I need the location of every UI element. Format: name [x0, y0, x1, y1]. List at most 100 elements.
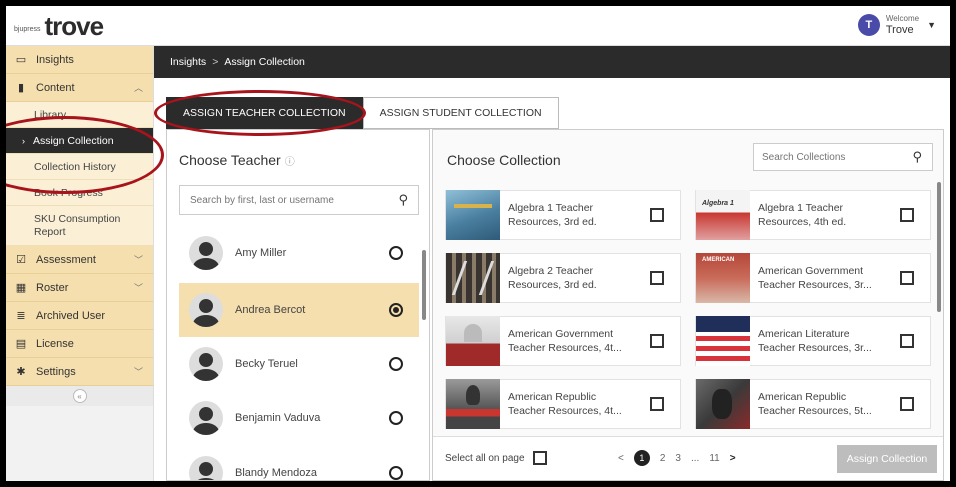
page-current[interactable]: 1 [633, 450, 650, 466]
collection-checkbox[interactable] [900, 334, 914, 348]
page-link[interactable]: 3 [675, 453, 681, 464]
sidebar-item-license[interactable]: ▤ License [6, 330, 153, 358]
logo-publisher: bjupress [14, 26, 41, 33]
collection-footer: Select all on page < 1 2 3 ... 11 > Assi… [433, 436, 943, 480]
tab-assign-teacher-collection[interactable]: ASSIGN TEACHER COLLECTION [166, 97, 363, 129]
collection-title: Algebra 1 Teacher Resources, 4th ed. [758, 202, 847, 228]
collection-title: Algebra 2 Teacher Resources, 3rd ed. [508, 265, 597, 291]
sidebar-item-label: Assessment [36, 253, 96, 266]
collection-card[interactable]: American Republic Teacher Resources, 5t.… [695, 379, 931, 429]
teacher-search-box: ⚲ [179, 185, 419, 215]
chevron-right-icon[interactable]: > [730, 453, 736, 464]
book-cover-image: Algebra 1 [696, 190, 750, 240]
page-link[interactable]: 11 [709, 453, 719, 464]
sidebar-subitem-library[interactable]: Library [6, 102, 153, 128]
select-all-on-page[interactable]: Select all on page [445, 451, 547, 465]
sidebar-item-roster[interactable]: ▦ Roster ﹀ [6, 274, 153, 302]
sidebar-subitem-assign-collection[interactable]: › Assign Collection [6, 128, 153, 154]
teacher-radio[interactable] [389, 357, 403, 371]
collection-checkbox[interactable] [650, 397, 664, 411]
teacher-radio[interactable] [389, 246, 403, 260]
breadcrumb-current: Assign Collection [224, 56, 305, 68]
teacher-radio[interactable] [389, 411, 403, 425]
breadcrumb: Insights > Assign Collection [154, 46, 950, 78]
sidebar-subitem-label: Collection History [34, 160, 116, 173]
collection-card[interactable]: American Literature Teacher Resources, 3… [695, 316, 931, 366]
tab-assign-student-collection[interactable]: ASSIGN STUDENT COLLECTION [362, 97, 559, 129]
top-header: bjupress trove T Welcome Trove ▼ [6, 6, 950, 46]
sidebar-subitem-collection-history[interactable]: Collection History [6, 154, 153, 180]
collection-panel: Choose Collection ⚲ Algebra 1 Teacher Re… [432, 129, 944, 481]
collection-checkbox[interactable] [900, 208, 914, 222]
caret-down-icon[interactable]: ▼ [927, 20, 936, 30]
book-cover-image [446, 253, 500, 303]
gear-icon: ✱ [16, 366, 26, 378]
collection-card[interactable]: AMERICAN American Government Teacher Res… [695, 253, 931, 303]
chevron-down-icon: ﹀ [133, 367, 143, 377]
brand-logo[interactable]: bjupress trove [14, 11, 104, 41]
search-icon[interactable]: ⚲ [398, 192, 408, 208]
teacher-row[interactable]: Amy Miller [179, 226, 419, 280]
user-menu[interactable]: T Welcome Trove ▼ [857, 14, 936, 36]
calendar-icon: ▦ [15, 282, 27, 294]
teacher-panel-title: Choose Teacher ⓘ [179, 152, 295, 168]
collection-title: American Republic Teacher Resources, 4t.… [508, 391, 622, 417]
sidebar-item-assessment[interactable]: ☑ Assessment ﹀ [6, 246, 153, 274]
collection-search-input[interactable] [762, 151, 902, 163]
teacher-radio[interactable] [389, 466, 403, 480]
teacher-radio[interactable] [389, 303, 403, 317]
collection-checkbox[interactable] [650, 334, 664, 348]
page-link[interactable]: 2 [660, 453, 666, 464]
sidebar-subitem-label: SKU Consumption Report [34, 212, 121, 238]
sidebar-item-insights[interactable]: ▭ Insights [6, 46, 153, 74]
teacher-name: Becky Teruel [235, 358, 298, 370]
collection-card[interactable]: American Government Teacher Resources, 4… [445, 316, 681, 366]
teacher-panel: Choose Teacher ⓘ ⚲ Amy Miller Andrea Berc… [166, 129, 430, 481]
sidebar-subitem-sku-report[interactable]: SKU Consumption Report [6, 206, 153, 246]
collection-checkbox[interactable] [900, 397, 914, 411]
tab-bar: ASSIGN TEACHER COLLECTION ASSIGN STUDENT… [166, 97, 559, 129]
sidebar-collapse: « [6, 386, 153, 406]
info-icon[interactable]: ⓘ [285, 157, 295, 168]
sidebar-subitem-label: Book Progress [34, 186, 103, 199]
teacher-row[interactable]: Benjamin Vaduva [179, 391, 419, 445]
sidebar-subitem-label: Library [34, 108, 67, 121]
user-name: Trove [885, 24, 914, 36]
teacher-search-input[interactable] [190, 194, 390, 206]
assign-collection-button[interactable]: Assign Collection [837, 445, 937, 473]
teacher-name: Amy Miller [235, 247, 287, 259]
sidebar-subitem-book-progress[interactable]: Book Progress [6, 180, 153, 206]
sidebar-item-content[interactable]: ▮ Content ︿ [6, 74, 153, 102]
welcome-label: Welcome [885, 14, 920, 23]
sidebar-item-archived-user[interactable]: ≣ Archived User [6, 302, 153, 330]
teacher-name: Andrea Bercot [235, 304, 306, 316]
teacher-row[interactable]: Becky Teruel [179, 337, 419, 391]
collection-checkbox[interactable] [650, 208, 664, 222]
teacher-scrollbar[interactable] [422, 250, 426, 320]
teacher-row[interactable]: Andrea Bercot [179, 283, 419, 337]
collection-panel-title: Choose Collection [447, 152, 561, 168]
teacher-row[interactable]: Blandy Mendoza [179, 446, 419, 480]
sidebar-item-label: Insights [36, 53, 74, 66]
avatar [189, 293, 223, 327]
chevron-left-icon[interactable]: < [618, 453, 624, 464]
collection-scrollbar[interactable] [937, 182, 941, 312]
collection-checkbox[interactable] [900, 271, 914, 285]
avatar [189, 401, 223, 435]
card-icon: ▤ [15, 338, 27, 350]
panel-title-text: Choose Teacher [179, 152, 281, 168]
collection-card[interactable]: Algebra 2 Teacher Resources, 3rd ed. [445, 253, 681, 303]
collection-checkbox[interactable] [650, 271, 664, 285]
collection-card[interactable]: American Republic Teacher Resources, 4t.… [445, 379, 681, 429]
teacher-name: Blandy Mendoza [235, 467, 317, 479]
select-all-checkbox[interactable] [532, 451, 547, 465]
collection-card[interactable]: Algebra 1 Teacher Resources, 3rd ed. [445, 190, 681, 240]
collection-card[interactable]: Algebra 1 Algebra 1 Teacher Resources, 4… [695, 190, 931, 240]
collapse-icon[interactable]: « [72, 389, 87, 403]
sidebar-item-settings[interactable]: ✱ Settings ﹀ [6, 358, 153, 386]
book-cover-image [696, 316, 750, 366]
chevron-down-icon: ﹀ [133, 283, 143, 293]
breadcrumb-parent[interactable]: Insights [170, 56, 206, 68]
search-icon[interactable]: ⚲ [912, 149, 922, 165]
logo-wordmark: trove [44, 11, 104, 41]
